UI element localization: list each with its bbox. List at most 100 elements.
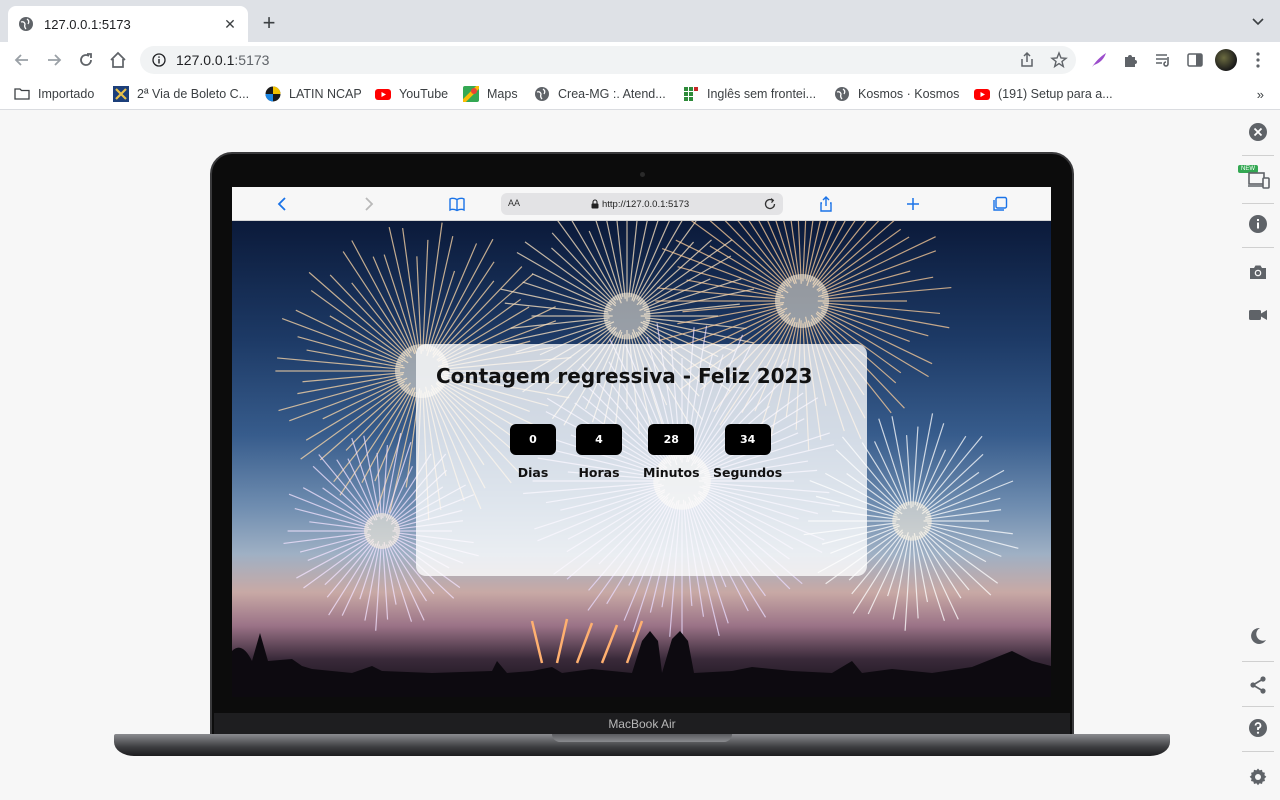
safari-bookmarks-icon[interactable] (448, 195, 466, 213)
globe-icon (19, 17, 33, 31)
bookmark-label: YouTube (399, 87, 449, 101)
boleto-icon (113, 86, 129, 102)
lock-icon (591, 199, 599, 209)
maps-icon (463, 86, 479, 102)
bookmark-label: Crea-MG :. Atend... (558, 87, 666, 101)
youtube-icon (974, 89, 990, 100)
forward-icon[interactable] (44, 50, 64, 70)
safari-new-tab-icon[interactable] (904, 195, 922, 213)
more-menu-icon[interactable] (1253, 51, 1263, 69)
camera-icon[interactable] (1248, 262, 1268, 282)
bookmark-label: Inglês sem frontei... (707, 87, 817, 101)
fountain-sparks (530, 618, 644, 664)
info-icon[interactable] (1248, 214, 1268, 234)
close-circle-icon[interactable] (1248, 122, 1268, 142)
bookmark-item[interactable]: Maps (463, 85, 518, 103)
dark-mode-moon-icon[interactable] (1248, 626, 1268, 646)
media-queue-icon[interactable] (1154, 51, 1172, 69)
safari-tabs-icon[interactable] (991, 195, 1009, 213)
bookmark-item[interactable]: Inglês sem frontei... (683, 85, 816, 103)
safari-share-icon[interactable] (817, 195, 835, 213)
bookmark-label: Importado (38, 87, 95, 101)
safari-reload-icon[interactable] (763, 197, 777, 211)
countdown-days: 0 Dias (510, 424, 556, 480)
webcam (640, 172, 645, 177)
globe-icon (835, 87, 849, 101)
safari-back-icon[interactable] (273, 195, 291, 213)
grid-icon (684, 87, 698, 101)
sidebar-divider (1242, 706, 1274, 707)
safari-address-bar[interactable]: AA http://127.0.0.1:5173 (501, 193, 783, 215)
tab-title: 127.0.0.1:5173 (44, 16, 131, 32)
video-camera-icon[interactable] (1248, 305, 1268, 325)
sidebar-divider (1242, 751, 1274, 752)
fireworks-background: Contagem regressiva - Feliz 2023 0 Dias … (232, 221, 1051, 697)
macbook-label: MacBook Air (608, 717, 676, 731)
bookmark-label: (191) Setup para a... (998, 87, 1113, 101)
youtube-icon (375, 89, 391, 100)
latin-ncap-icon (265, 86, 281, 102)
help-icon[interactable] (1248, 718, 1268, 738)
back-icon[interactable] (12, 50, 32, 70)
days-value: 0 (510, 424, 556, 455)
close-tab-icon[interactable]: ✕ (222, 16, 238, 32)
macbook-notch (552, 734, 732, 742)
bookmarks-bar: Importado 2ª Via de Boleto C... LATIN NC… (0, 78, 1280, 110)
bookmark-item[interactable]: (191) Setup para a... (974, 85, 1113, 103)
countdown-minutes: 28 Minutos (643, 424, 700, 480)
profile-avatar[interactable] (1215, 49, 1237, 71)
bookmark-star-icon[interactable] (1050, 51, 1068, 69)
device-screen: AA http://127.0.0.1:5173 Contagem regres… (232, 187, 1051, 697)
countdown-seconds: 34 Segundos (713, 424, 782, 480)
countdown-hours: 4 Horas (576, 424, 622, 480)
info-icon[interactable] (152, 53, 166, 67)
side-panel-icon[interactable] (1186, 51, 1204, 69)
seconds-label: Segundos (713, 465, 783, 480)
bookmark-item[interactable]: Kosmos · Kosmos (834, 85, 959, 103)
new-tab-button[interactable]: + (258, 12, 280, 34)
countdown-card: Contagem regressiva - Feliz 2023 0 Dias … (416, 344, 867, 576)
hours-value: 4 (576, 424, 622, 455)
seconds-value: 34 (724, 424, 771, 455)
safari-url: http://127.0.0.1:5173 (602, 198, 690, 210)
chevron-down-icon[interactable] (1250, 13, 1266, 29)
minutes-label: Minutos (643, 465, 700, 480)
tab-strip: 127.0.0.1:5173 ✕ + (0, 0, 1280, 42)
address-bar[interactable]: 127.0.0.1:5173 (140, 46, 1076, 74)
hours-label: Horas (578, 465, 620, 480)
active-tab[interactable]: 127.0.0.1:5173 ✕ (8, 6, 248, 42)
bookmark-item[interactable]: Crea-MG :. Atend... (534, 85, 666, 103)
crowd-silhouette (232, 631, 1051, 697)
bookmark-item[interactable]: Importado (14, 85, 94, 103)
sidebar-divider (1242, 661, 1274, 662)
browser-toolbar: 127.0.0.1:5173 (0, 42, 1280, 78)
bookmarks-overflow-button[interactable]: » (1257, 87, 1264, 102)
globe-icon (535, 87, 549, 101)
bookmark-item[interactable]: 2ª Via de Boleto C... (113, 85, 249, 103)
safari-toolbar: AA http://127.0.0.1:5173 (232, 187, 1051, 221)
days-label: Dias (517, 465, 549, 480)
feather-extension-icon[interactable] (1090, 51, 1108, 69)
safari-forward-icon[interactable] (360, 195, 378, 213)
sidebar-divider (1242, 247, 1274, 248)
settings-gear-icon[interactable] (1248, 767, 1268, 787)
bookmark-item[interactable]: YouTube (375, 85, 448, 103)
countdown-title: Contagem regressiva - Feliz 2023 (436, 364, 813, 388)
reload-icon[interactable] (76, 50, 96, 70)
responsive-devices-icon[interactable] (1248, 170, 1270, 190)
url-port: :5173 (234, 52, 270, 68)
minutes-value: 28 (648, 424, 695, 455)
bookmark-label: Maps (487, 87, 518, 101)
share-nodes-icon[interactable] (1248, 675, 1268, 695)
bookmark-label: 2ª Via de Boleto C... (137, 87, 250, 101)
text-size-button[interactable]: AA (508, 198, 520, 208)
home-icon[interactable] (108, 50, 128, 70)
url-host: 127.0.0.1 (176, 52, 235, 68)
share-icon[interactable] (1018, 51, 1036, 69)
bookmark-item[interactable]: LATIN NCAP (265, 85, 362, 103)
extensions-puzzle-icon[interactable] (1122, 51, 1140, 69)
sidebar-divider (1242, 155, 1274, 156)
url-text: 127.0.0.1:5173 (176, 52, 269, 68)
bookmark-label: LATIN NCAP (289, 87, 362, 101)
folder-icon (14, 88, 30, 100)
